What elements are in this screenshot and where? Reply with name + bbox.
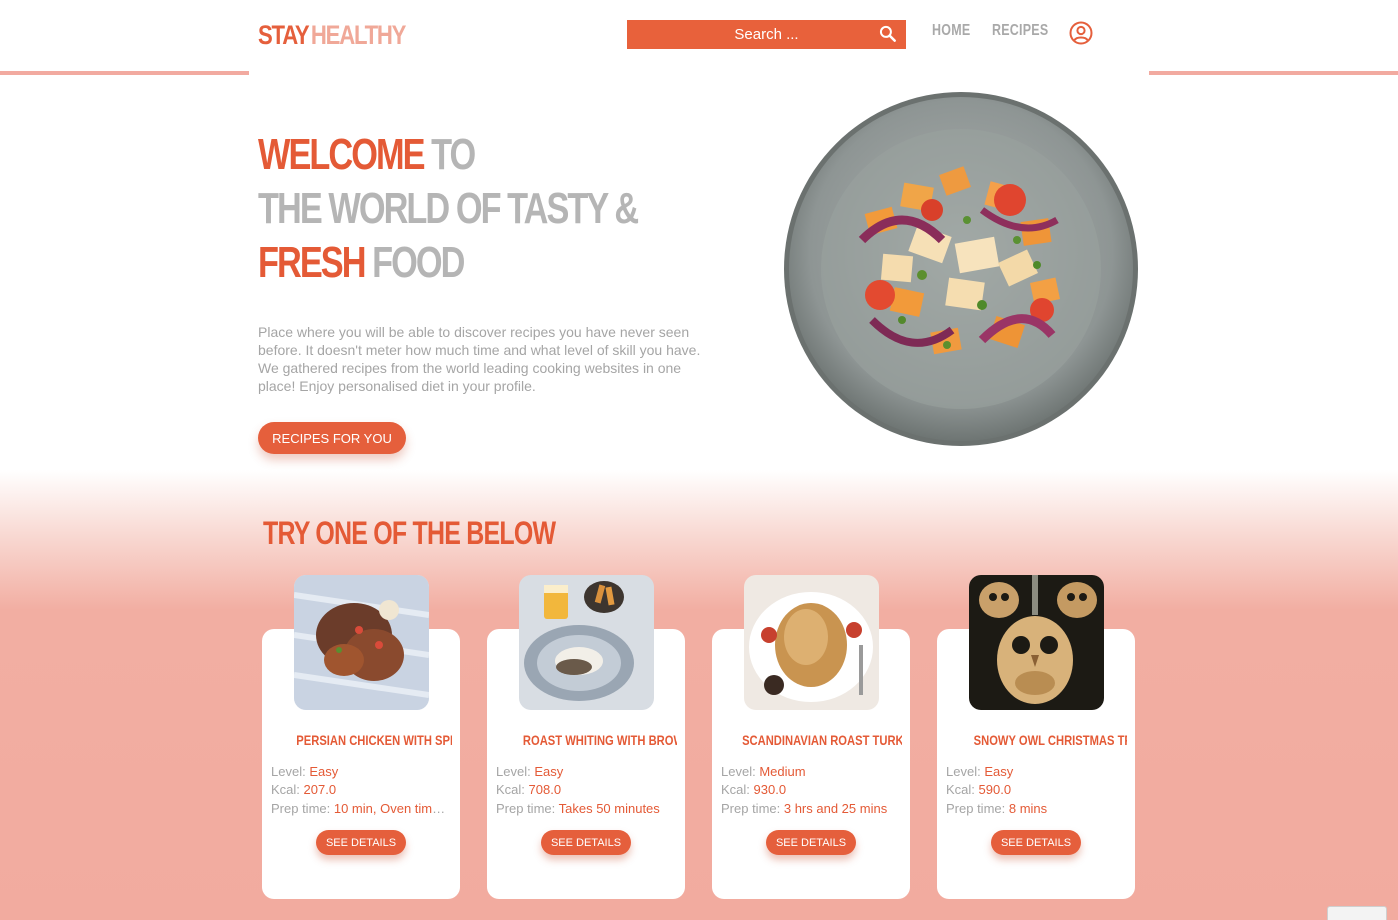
hero-line1-accent: WELCOME — [258, 130, 426, 179]
recipe-kcal: Kcal: 930.0 — [721, 782, 787, 797]
recipe-card: ROAST WHITING WITH BROWN SHRIMPS Level: … — [487, 575, 685, 899]
see-details-button[interactable]: SEE DETAILS — [991, 830, 1081, 855]
recipe-image[interactable] — [969, 575, 1104, 710]
hero-food-plate-image — [784, 92, 1138, 446]
recipe-card: SCANDINAVIAN ROAST TURKEY Level: Medium … — [712, 575, 910, 899]
recipe-image[interactable] — [519, 575, 654, 710]
see-details-button[interactable]: SEE DETAILS — [316, 830, 406, 855]
hero-line1-muted: TO — [423, 130, 476, 179]
recipe-card: PERSIAN CHICKEN WITH SPICED RICE Level: … — [262, 575, 460, 899]
featured-section-background — [0, 470, 1398, 920]
recipe-title[interactable]: PERSIAN CHICKEN WITH SPICED RICE — [270, 732, 452, 748]
recipe-kcal: Kcal: 590.0 — [946, 782, 1012, 797]
see-details-button[interactable]: SEE DETAILS — [766, 830, 856, 855]
header-divider-left — [0, 71, 249, 75]
nav-home[interactable]: HOME — [932, 22, 970, 40]
nav-recipes[interactable]: RECIPES — [992, 22, 1048, 40]
recipe-prep-time: Prep time: 10 min, Oven time 40 min — [271, 801, 451, 816]
header-divider-right — [1149, 71, 1398, 75]
search-bar — [627, 20, 906, 49]
logo[interactable]: STAYHEALTHY — [258, 20, 407, 51]
recipe-level: Level: Easy — [496, 764, 564, 779]
recipe-title[interactable]: SNOWY OWL CHRISTMAS TREE BISCUITS — [945, 732, 1127, 748]
recipe-prep-time: Prep time: 3 hrs and 25 mins — [721, 801, 888, 816]
corner-widget[interactable] — [1327, 906, 1387, 920]
hero-line3-accent: FRESH — [258, 238, 367, 287]
see-details-button[interactable]: SEE DETAILS — [541, 830, 631, 855]
recipe-image[interactable] — [744, 575, 879, 710]
recipe-level: Level: Easy — [271, 764, 339, 779]
recipe-level: Level: Medium — [721, 764, 806, 779]
recipe-prep-time: Prep time: Takes 50 minutes — [496, 801, 660, 816]
search-icon[interactable] — [878, 24, 898, 44]
hero-title: WELCOME TO THE WORLD OF TASTY & FRESH FO… — [258, 128, 664, 290]
hero-line2: THE WORLD OF TASTY & — [258, 184, 639, 233]
recipe-card: SNOWY OWL CHRISTMAS TREE BISCUITS Level:… — [937, 575, 1135, 899]
recipe-title[interactable]: SCANDINAVIAN ROAST TURKEY — [720, 732, 902, 748]
hero-description: Place where you will be able to discover… — [258, 324, 701, 394]
section-title: TRY ONE OF THE BELOW — [263, 515, 556, 551]
recipes-for-you-button[interactable]: RECIPES FOR YOU — [258, 422, 406, 454]
recipe-kcal: Kcal: 708.0 — [496, 782, 562, 797]
recipe-image[interactable] — [294, 575, 429, 710]
recipe-kcal: Kcal: 207.0 — [271, 782, 337, 797]
user-icon[interactable] — [1069, 21, 1093, 45]
hero-line3-muted: FOOD — [364, 238, 465, 287]
recipe-level: Level: Easy — [946, 764, 1014, 779]
logo-part2: HEALTHY — [310, 20, 407, 50]
recipe-title[interactable]: ROAST WHITING WITH BROWN SHRIMPS — [495, 732, 677, 748]
recipe-prep-time: Prep time: 8 mins — [946, 801, 1048, 816]
logo-part1: STAY — [258, 20, 310, 50]
search-input[interactable] — [666, 26, 867, 43]
